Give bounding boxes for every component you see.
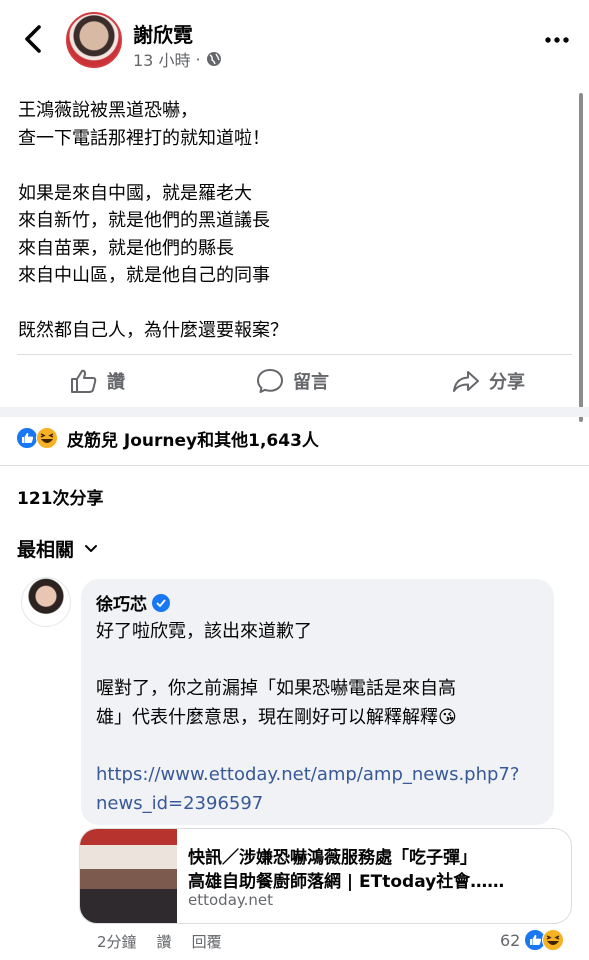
chevron-down-icon	[85, 545, 98, 552]
haha-reaction-icon	[36, 427, 58, 449]
post-line	[18, 152, 563, 180]
post-line: 既然都自己人，為什麼還要報案？	[18, 320, 288, 341]
commenter-avatar[interactable]	[21, 577, 71, 627]
haha-reaction-icon	[542, 929, 565, 951]
post-meta: 13 小時 ·	[133, 47, 222, 71]
section-separator	[0, 407, 589, 417]
like-reaction-icon	[16, 427, 38, 449]
share-label: 分享	[489, 372, 525, 393]
thumbs-up-icon	[71, 369, 97, 393]
comment-line: 喔對了，你之前漏掉「如果恐嚇電話是來自高	[96, 674, 546, 703]
globe-icon	[206, 52, 221, 66]
comment-reply-button[interactable]: 回覆	[192, 931, 222, 952]
comment-body: 好了啦欣霓，該出來道歉了 喔對了，你之前漏掉「如果恐嚇電話是來自高 雄」代表什麼…	[96, 617, 546, 814]
post-line: 王鴻薇說被黑道恐嚇，	[18, 100, 198, 121]
comment-sort-dropdown[interactable]: 最相關	[17, 535, 98, 562]
author-avatar[interactable]	[66, 12, 122, 68]
link-preview-card[interactable]: 快訊／涉嫌恐嚇鴻薇服務處「吃子彈」 高雄自助餐廚師落網 | ETtoday社會……	[79, 828, 572, 924]
comment-time[interactable]: 2分鐘	[97, 931, 137, 952]
post-line: 來自苗栗，就是他們的縣長	[18, 237, 234, 259]
link-title: 快訊／涉嫌恐嚇鴻薇服務處「吃子彈」 高雄自助餐廚師落網 | ETtoday社會……	[188, 846, 564, 894]
comment-line-text: 喔對了，你之前漏掉「如果恐嚇電話是來自高	[96, 678, 456, 699]
comment-line: 好了啦欣霓，該出來道歉了	[96, 621, 312, 642]
shares-divider	[0, 465, 589, 466]
post-time[interactable]: 13 小時	[133, 47, 190, 71]
post-line: 查一下電話那裡打的就知道啦！	[18, 127, 270, 149]
post-body: 王鴻薇說被黑道恐嚇， 查一下電話那裡打的就知道啦！ 如果是來自中國，就是羅老大 …	[18, 97, 563, 345]
kiss-emoji-icon: 😘	[438, 707, 457, 728]
more-icon[interactable]	[544, 36, 570, 44]
link-line: https://www.ettoday.net/amp/amp_news.php…	[96, 764, 520, 785]
reaction-text: 皮筋兒 Journey和其他1,643人	[67, 430, 319, 451]
post-line	[18, 290, 563, 318]
post-header: 謝欣霓 13 小時 ·	[0, 0, 589, 80]
post-line: 如果是來自中國，就是羅老大	[18, 182, 252, 204]
link-title-line: 快訊／涉嫌恐嚇鴻薇服務處「吃子彈」	[188, 848, 477, 868]
share-button[interactable]: 分享	[452, 368, 525, 394]
comment-like-button[interactable]: 讚	[157, 931, 172, 952]
like-label: 讚	[107, 372, 125, 393]
comment-label: 留言	[293, 372, 329, 393]
post-actions: 讚 留言 分享	[0, 355, 589, 408]
comment-footer: 2分鐘 讚 回覆	[97, 931, 222, 952]
like-button[interactable]: 讚	[70, 368, 125, 394]
comment-bubble-icon	[257, 369, 283, 393]
back-arrow-icon[interactable]	[20, 24, 48, 54]
reaction-summary[interactable]: 皮筋兒 Journey和其他1,643人	[16, 426, 319, 451]
commenter-name-text: 徐巧芯	[96, 595, 147, 615]
share-arrow-icon	[453, 371, 479, 392]
comment-link[interactable]: https://www.ettoday.net/amp/amp_news.php…	[96, 760, 546, 814]
post-line: 來自中山區，就是他自己的同事	[18, 265, 270, 286]
sort-label: 最相關	[17, 539, 75, 561]
comment-reaction-count[interactable]: 62	[500, 929, 565, 951]
commenter-name[interactable]: 徐巧芯	[96, 590, 170, 615]
author-name[interactable]: 謝欣霓	[133, 19, 193, 48]
comment-button[interactable]: 留言	[256, 368, 329, 394]
comment-line-text: 雄」代表什麼意思，現在剛好可以解釋解釋	[96, 707, 438, 728]
link-thumbnail	[80, 829, 177, 923]
comment-line: 雄」代表什麼意思，現在剛好可以解釋解釋😘	[96, 703, 546, 732]
link-line: news_id=2396597	[96, 793, 264, 814]
link-domain: ettoday.net	[188, 891, 274, 909]
share-count[interactable]: 121次分享	[17, 484, 104, 509]
meta-separator: ·	[195, 49, 201, 69]
post-line: 來自新竹，就是他們的黑道議長	[18, 210, 270, 231]
verified-badge-icon	[152, 593, 170, 612]
comment-reaction-number: 62	[500, 930, 521, 950]
